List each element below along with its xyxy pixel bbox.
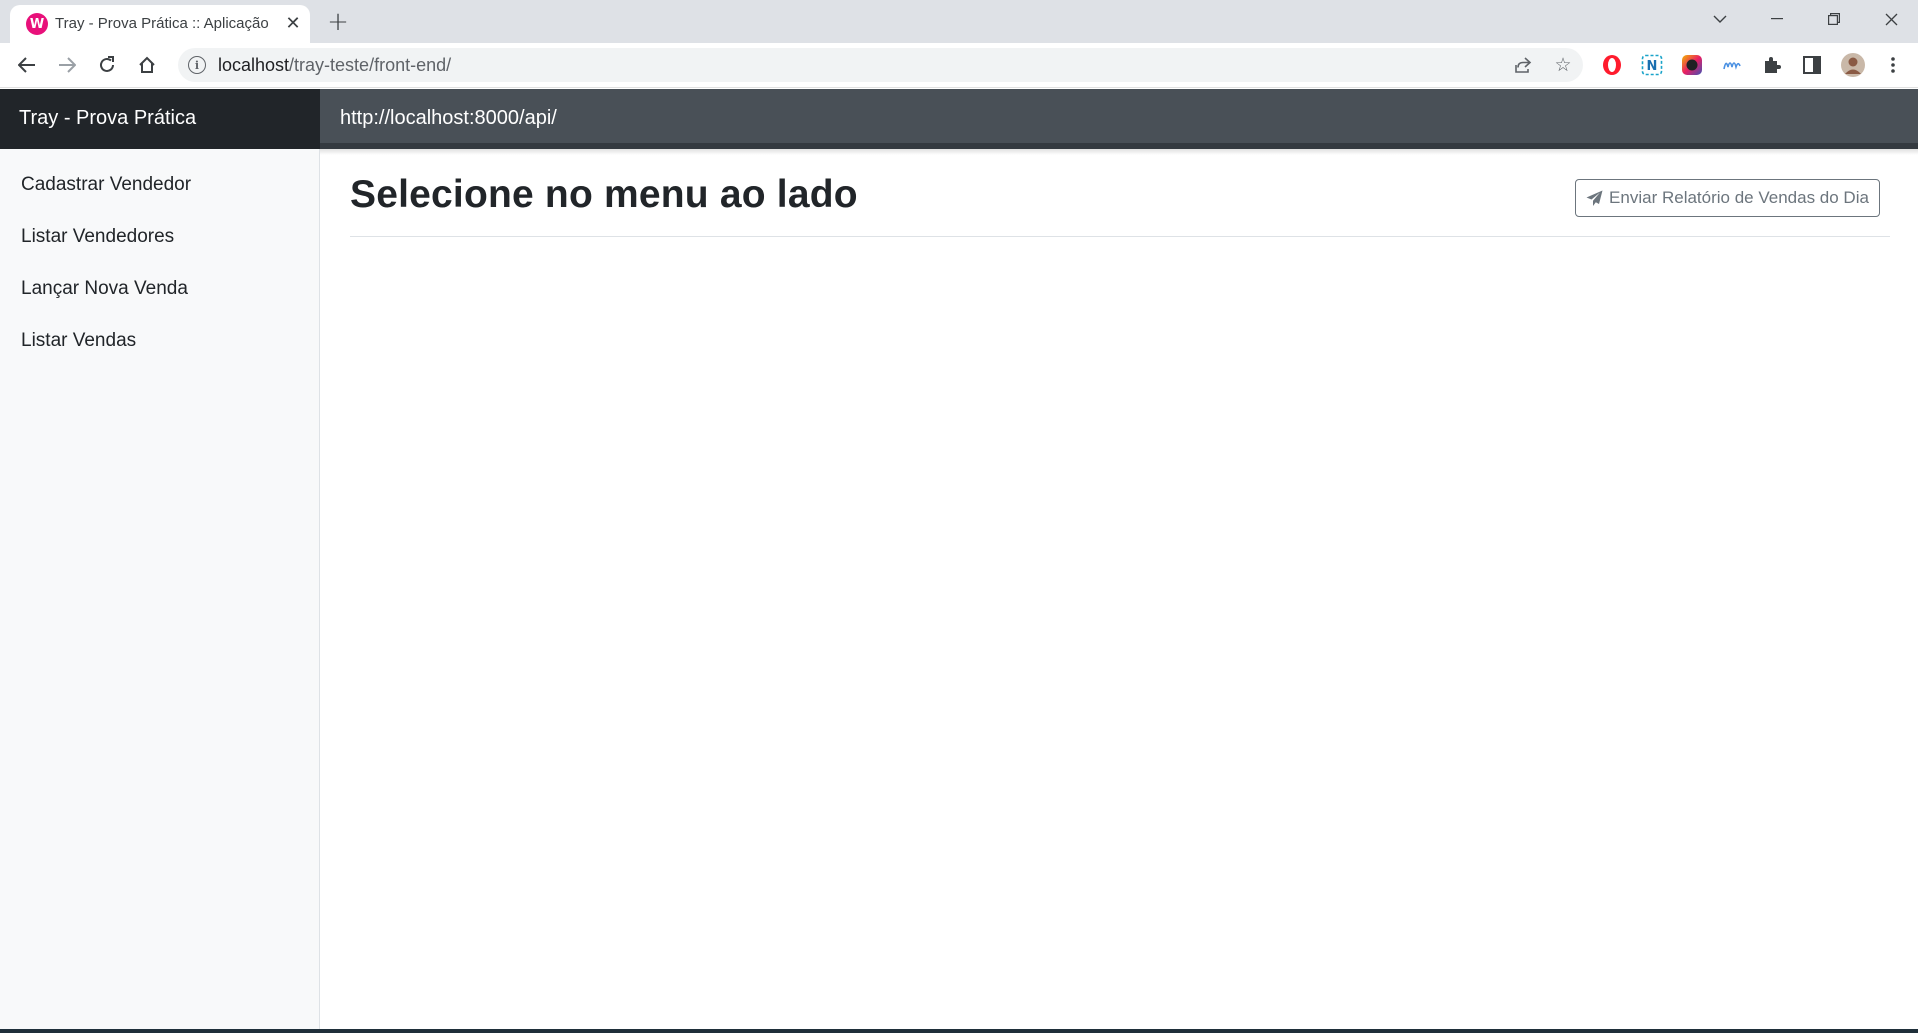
browser-toolbar: i localhost/tray-teste/front-end/ ☆ N: [0, 43, 1918, 88]
send-report-label: Enviar Relatório de Vendas do Dia: [1609, 188, 1869, 207]
forward-arrow-icon[interactable]: [51, 49, 83, 81]
sidebar-item-lancar-nova-venda[interactable]: Lançar Nova Venda: [0, 277, 319, 329]
restore-icon[interactable]: [1811, 0, 1857, 38]
puzzle-icon[interactable]: [1760, 53, 1784, 77]
app-favicon-icon: W: [26, 13, 48, 35]
sidebar-item-listar-vendedores[interactable]: Listar Vendedores: [0, 225, 319, 277]
svg-text:N: N: [1647, 59, 1658, 74]
home-icon[interactable]: [131, 49, 163, 81]
sidebar-item-cadastrar-vendedor[interactable]: Cadastrar Vendedor: [0, 173, 319, 225]
api-url-bar: http://localhost:8000/api/: [320, 89, 1918, 149]
star-icon[interactable]: ☆: [1551, 53, 1575, 77]
api-url-text: http://localhost:8000/api/: [340, 107, 557, 129]
kebab-menu-icon[interactable]: [1881, 53, 1905, 77]
address-url[interactable]: localhost/tray-teste/front-end/: [218, 55, 451, 76]
close-icon[interactable]: ✕: [280, 10, 306, 36]
taskbar-edge: [0, 1029, 1918, 1033]
window-close-icon[interactable]: [1868, 0, 1914, 38]
handwriting-extension-icon[interactable]: [1720, 53, 1744, 77]
send-report-button[interactable]: Enviar Relatório de Vendas do Dia: [1575, 179, 1880, 217]
browser-tabstrip: W Tray - Prova Prática :: Aplicação ✕ +: [0, 0, 1918, 43]
profile-avatar[interactable]: [1841, 53, 1865, 77]
sidebar: Cadastrar Vendedor Listar Vendedores Lan…: [0, 149, 320, 1033]
reload-icon[interactable]: [91, 49, 123, 81]
opera-extension-icon[interactable]: [1600, 53, 1624, 77]
back-arrow-icon[interactable]: [11, 49, 43, 81]
paper-plane-icon: [1586, 190, 1603, 206]
url-path: /tray-teste/front-end/: [289, 55, 452, 75]
minimize-icon[interactable]: [1754, 0, 1800, 38]
share-icon[interactable]: [1511, 53, 1535, 77]
info-icon[interactable]: i: [188, 56, 206, 74]
tab-title: Tray - Prova Prática :: Aplicação: [55, 15, 269, 32]
side-panel-icon[interactable]: [1800, 53, 1824, 77]
sidebar-item-listar-vendas[interactable]: Listar Vendas: [0, 329, 319, 381]
page-title: Selecione no menu ao lado: [350, 173, 858, 216]
url-host: localhost: [218, 55, 290, 75]
plus-icon[interactable]: +: [323, 7, 353, 37]
app-brand[interactable]: Tray - Prova Prática: [0, 89, 320, 149]
color-picker-extension-icon[interactable]: [1680, 53, 1704, 77]
title-divider: [350, 236, 1890, 237]
chevron-down-icon[interactable]: [1697, 0, 1743, 38]
notion-extension-icon[interactable]: N: [1640, 53, 1664, 77]
browser-tab[interactable]: W Tray - Prova Prática :: Aplicação ✕: [10, 5, 310, 43]
address-bar[interactable]: i localhost/tray-teste/front-end/ ☆: [178, 48, 1583, 82]
